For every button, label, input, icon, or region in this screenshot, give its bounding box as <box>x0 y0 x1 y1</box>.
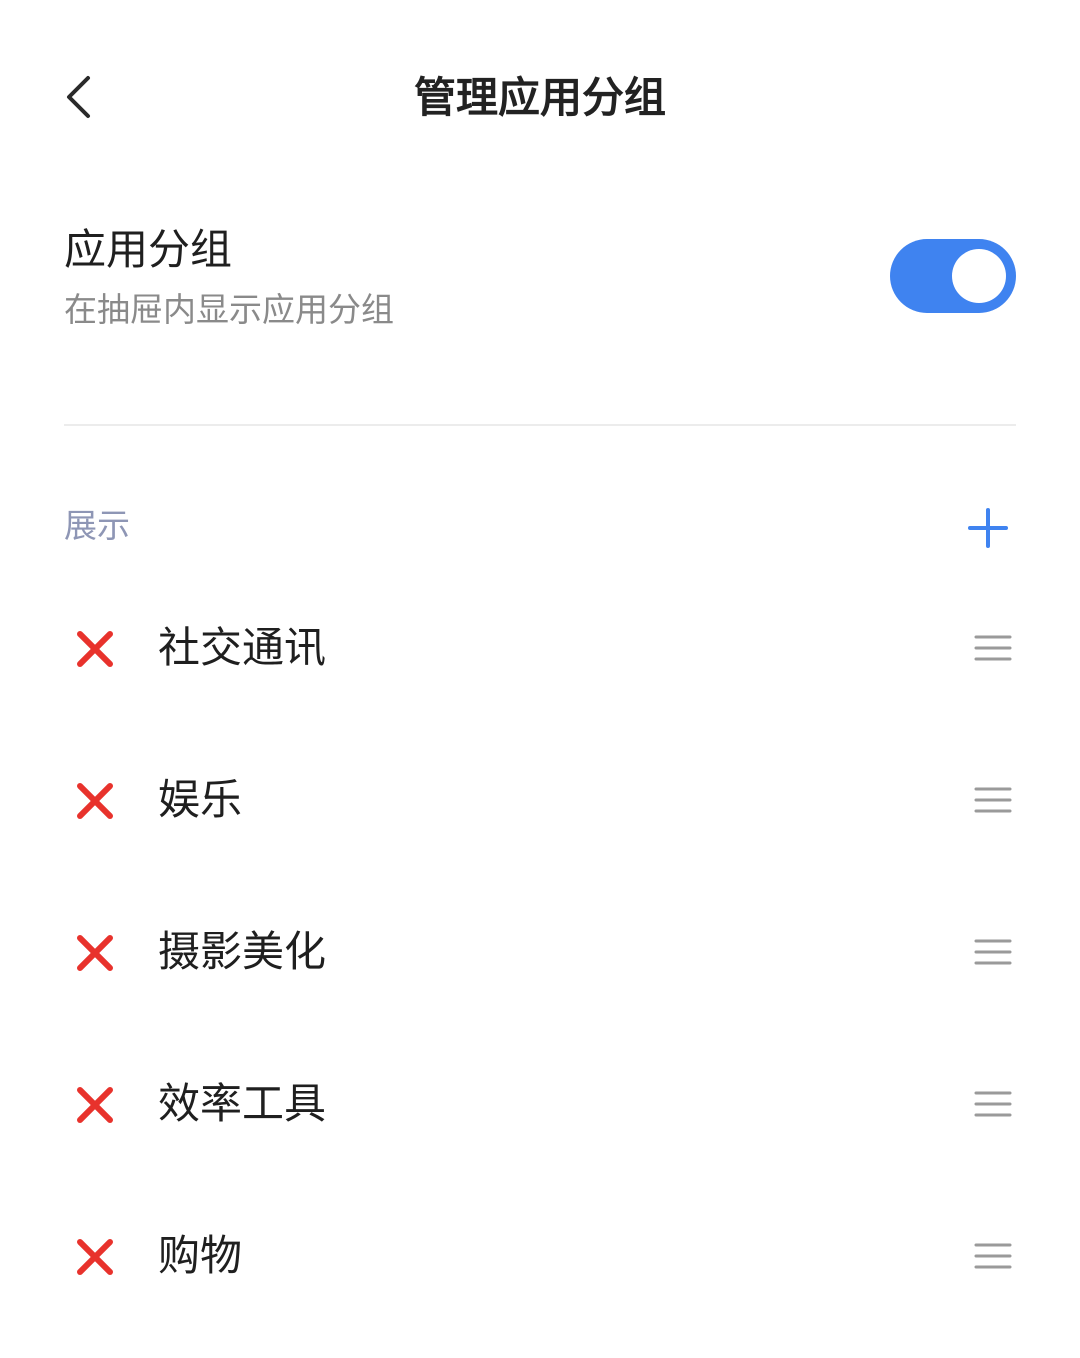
close-icon <box>77 1239 113 1275</box>
divider <box>64 424 1016 426</box>
drag-handle[interactable] <box>972 632 1014 664</box>
setting-title: 应用分组 <box>64 225 233 274</box>
remove-group-button[interactable] <box>70 624 120 674</box>
app-groups-toggle[interactable] <box>890 239 1016 313</box>
drag-handle[interactable] <box>972 784 1014 816</box>
list-item: 社交通讯 <box>0 574 1080 726</box>
list-item: 购物 <box>0 1182 1080 1334</box>
drag-handle-icon <box>974 787 1012 813</box>
header-bar: 管理应用分组 <box>0 0 1080 200</box>
close-icon <box>77 631 113 667</box>
drag-handle-icon <box>974 635 1012 661</box>
plus-icon <box>968 508 1008 548</box>
drag-handle[interactable] <box>972 1240 1014 1272</box>
drag-handle[interactable] <box>972 1088 1014 1120</box>
group-label: 购物 <box>158 1231 243 1280</box>
list-item: 娱乐 <box>0 726 1080 878</box>
close-icon <box>77 783 113 819</box>
remove-group-button[interactable] <box>70 776 120 826</box>
group-label: 娱乐 <box>158 775 243 824</box>
group-label: 社交通讯 <box>158 623 327 672</box>
toggle-knob <box>952 249 1006 303</box>
page-title: 管理应用分组 <box>413 73 666 122</box>
remove-group-button[interactable] <box>70 928 120 978</box>
drag-handle-icon <box>974 1091 1012 1117</box>
list-item: 效率工具 <box>0 1030 1080 1182</box>
drag-handle-icon <box>974 1243 1012 1269</box>
group-list: 社交通讯 娱乐 摄影美化 效率工具 购物 <box>0 574 1080 1334</box>
drag-handle-icon <box>974 939 1012 965</box>
list-item: 摄影美化 <box>0 878 1080 1030</box>
section-header: 展示 <box>64 500 1016 556</box>
remove-group-button[interactable] <box>70 1232 120 1282</box>
close-icon <box>77 1087 113 1123</box>
add-group-button[interactable] <box>960 500 1016 556</box>
setting-subtitle: 在抽屉内显示应用分组 <box>64 290 394 329</box>
section-label: 展示 <box>64 506 130 545</box>
remove-group-button[interactable] <box>70 1080 120 1130</box>
group-label: 效率工具 <box>158 1079 327 1128</box>
group-label: 摄影美化 <box>158 927 327 976</box>
close-icon <box>77 935 113 971</box>
drag-handle[interactable] <box>972 936 1014 968</box>
app-groups-setting-row: 应用分组 在抽屉内显示应用分组 <box>64 222 1016 342</box>
